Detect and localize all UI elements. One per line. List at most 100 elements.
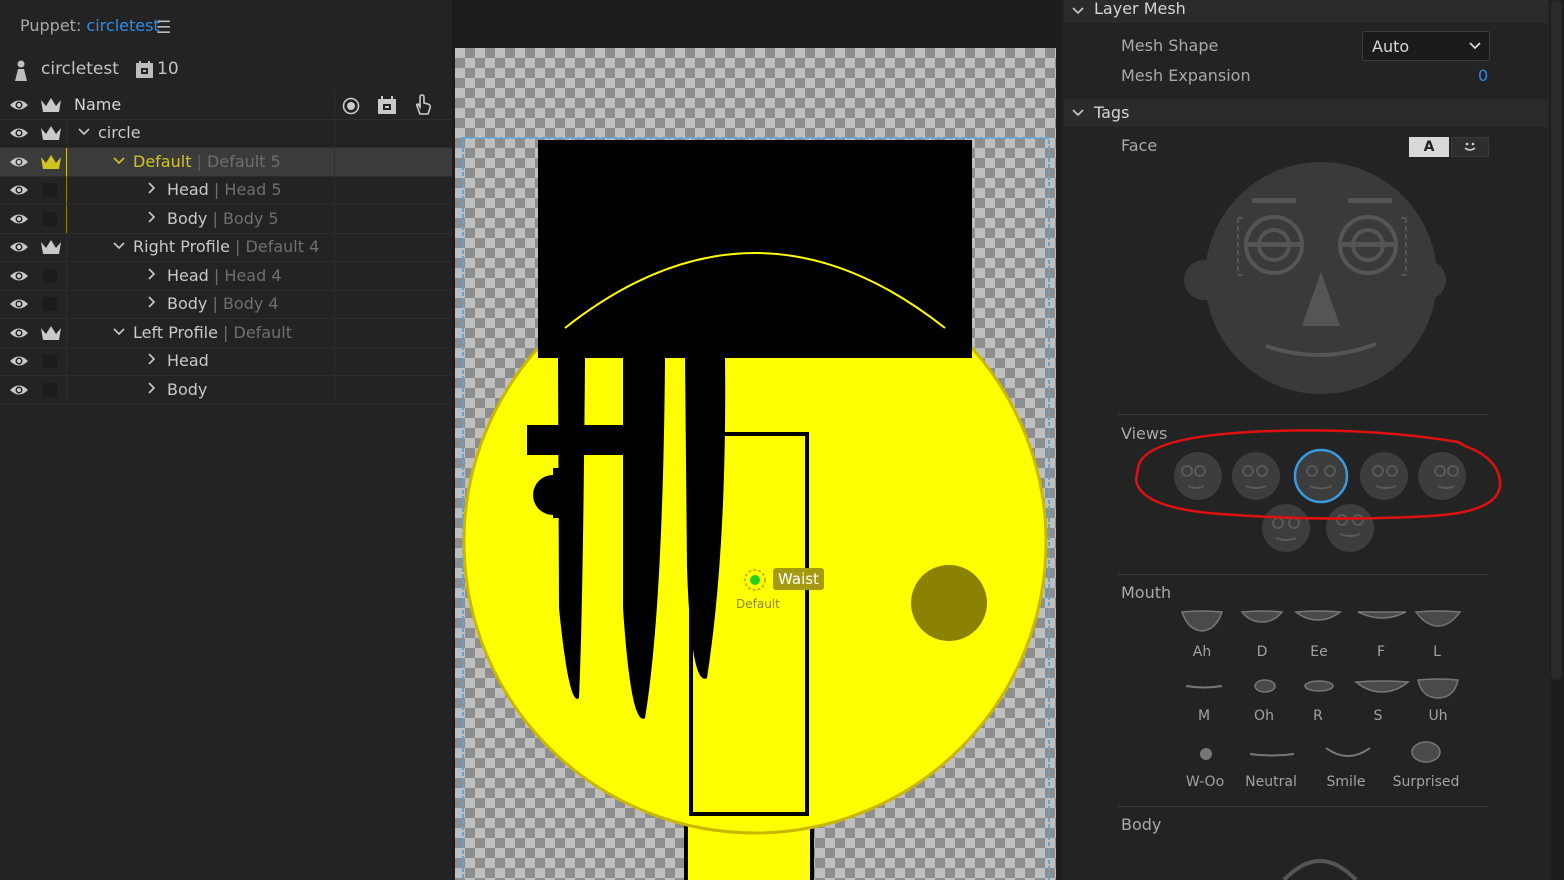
eye-icon[interactable]: [9, 240, 29, 254]
mouth-ee-label: Ee: [1310, 644, 1328, 660]
view-left-profile-icon: [1232, 452, 1280, 500]
panel-title: Puppet: circletest: [20, 16, 160, 35]
scrollbar-thumb[interactable]: [1551, 0, 1562, 680]
view-right-quarter-icon: [1418, 452, 1466, 500]
crown-icon[interactable]: [40, 239, 62, 255]
layer-mesh-title: Layer Mesh: [1094, 0, 1186, 18]
mouth-d-label: D: [1256, 644, 1268, 660]
view-frontal-icon: [1293, 448, 1349, 504]
layer-label: Head | Head 4: [167, 266, 282, 285]
mouth-d-icon: [1240, 610, 1284, 623]
mesh-expansion-value[interactable]: 0: [1478, 66, 1488, 85]
face-tag-diagram[interactable]: [1180, 160, 1450, 400]
view-upward-icon: [1262, 504, 1310, 552]
crown-slot[interactable]: [43, 212, 57, 226]
eye-icon[interactable]: [9, 326, 29, 340]
tags-title: Tags: [1094, 103, 1130, 122]
chevron-right-icon[interactable]: [145, 268, 157, 280]
eye-icon[interactable]: [9, 269, 29, 283]
crown-slot[interactable]: [43, 383, 57, 397]
trigger-icon[interactable]: [377, 96, 397, 115]
chevron-down-icon[interactable]: [1072, 5, 1084, 17]
layer-label: circle: [98, 123, 141, 142]
layer-mesh-header[interactable]: Layer Mesh: [1064, 0, 1548, 23]
panel-menu-icon[interactable]: ☰: [156, 18, 171, 38]
layer-label: Head: [167, 351, 209, 370]
chevron-right-icon[interactable]: [145, 353, 157, 365]
divider: [1118, 574, 1488, 575]
column-name: Name: [74, 95, 122, 114]
body-tag-diagram[interactable]: [1280, 852, 1360, 880]
mouth-f-label: F: [1376, 644, 1386, 660]
view-left-quarter-icon: [1174, 452, 1222, 500]
chevron-right-icon[interactable]: [145, 382, 157, 394]
puppet-count: 10: [157, 59, 179, 79]
scene-canvas[interactable]: Waist Default: [455, 48, 1056, 880]
crown-slot[interactable]: [43, 183, 57, 197]
layer-row-body[interactable]: Body: [0, 376, 452, 405]
eye-icon[interactable]: [9, 183, 29, 197]
layer-row-default[interactable]: Default | Default 5: [0, 148, 452, 177]
mouth-surprised-icon: [1411, 741, 1441, 763]
chevron-down-icon[interactable]: [1072, 107, 1084, 119]
mouth-shapes-row3[interactable]: [1180, 740, 1470, 768]
chevron-right-icon[interactable]: [145, 211, 157, 223]
eye-icon[interactable]: [9, 155, 29, 169]
crown-icon[interactable]: [40, 325, 62, 341]
eye-icon[interactable]: [9, 297, 29, 311]
eye-icon[interactable]: [9, 354, 29, 368]
eye-icon[interactable]: [9, 212, 29, 226]
mouth-m-label: M: [1197, 708, 1211, 724]
chevron-down-icon[interactable]: [113, 325, 125, 337]
crown-icon[interactable]: [40, 154, 62, 170]
tags-header[interactable]: Tags: [1064, 99, 1548, 127]
crown-slot[interactable]: [43, 354, 57, 368]
layer-row-left-profile[interactable]: Left Profile | Default: [0, 319, 452, 348]
crown-icon[interactable]: [40, 97, 62, 113]
puppet-artwork[interactable]: [455, 48, 1056, 880]
face-label: Face: [1121, 136, 1158, 155]
layer-row-body[interactable]: Body | Body 4: [0, 290, 452, 319]
record-icon[interactable]: [342, 97, 360, 115]
mouth-w-oo-label: W-Oo: [1185, 774, 1225, 790]
waist-handle-sublabel: Default: [736, 597, 780, 611]
chevron-right-icon[interactable]: [145, 296, 157, 308]
mesh-expansion-label: Mesh Expansion: [1121, 66, 1251, 85]
layer-row-circle[interactable]: circle: [0, 119, 452, 148]
text-mode-toggle[interactable]: A: [1409, 137, 1449, 157]
crown-slot[interactable]: [43, 269, 57, 283]
chevron-down-icon[interactable]: [78, 125, 90, 137]
layer-row-head[interactable]: Head | Head 5: [0, 176, 452, 205]
crown-slot[interactable]: [43, 297, 57, 311]
layer-label: Head | Head 5: [167, 180, 282, 199]
mouth-smile-icon: [1325, 747, 1371, 757]
layer-row-right-profile[interactable]: Right Profile | Default 4: [0, 233, 452, 262]
mesh-shape-select[interactable]: Auto: [1362, 31, 1490, 61]
mouth-shapes-row1[interactable]: [1180, 606, 1470, 636]
mouth-l-label: L: [1433, 644, 1441, 660]
puppet-link[interactable]: circletest: [86, 16, 159, 35]
eye-icon[interactable]: [9, 98, 29, 112]
eye-icon[interactable]: [9, 126, 29, 140]
layer-row-head[interactable]: Head: [0, 347, 452, 376]
layer-label: Default | Default 5: [133, 152, 281, 171]
views-grid[interactable]: [1130, 428, 1510, 558]
layer-row-body[interactable]: Body | Body 5: [0, 205, 452, 234]
mouth-shapes-row2[interactable]: [1180, 676, 1470, 702]
face-mode-toggle[interactable]: [1451, 137, 1489, 157]
chevron-down-icon[interactable]: [113, 154, 125, 166]
hand-icon[interactable]: [413, 94, 433, 116]
view-right-profile-icon: [1360, 452, 1408, 500]
ear-bar: [527, 425, 627, 455]
chevron-down-icon[interactable]: [113, 239, 125, 251]
layers-header: Name: [0, 91, 452, 120]
eye-icon[interactable]: [9, 383, 29, 397]
eye-dot: [911, 565, 987, 641]
crown-icon[interactable]: [40, 125, 62, 141]
layer-row-head[interactable]: Head | Head 4: [0, 262, 452, 291]
waist-handle-label[interactable]: Waist: [773, 568, 824, 590]
mouth-surprised-label: Surprised: [1392, 774, 1460, 790]
mouth-oh-icon: [1254, 679, 1276, 693]
chevron-right-icon[interactable]: [145, 182, 157, 194]
mouth-r-label: R: [1313, 708, 1323, 724]
